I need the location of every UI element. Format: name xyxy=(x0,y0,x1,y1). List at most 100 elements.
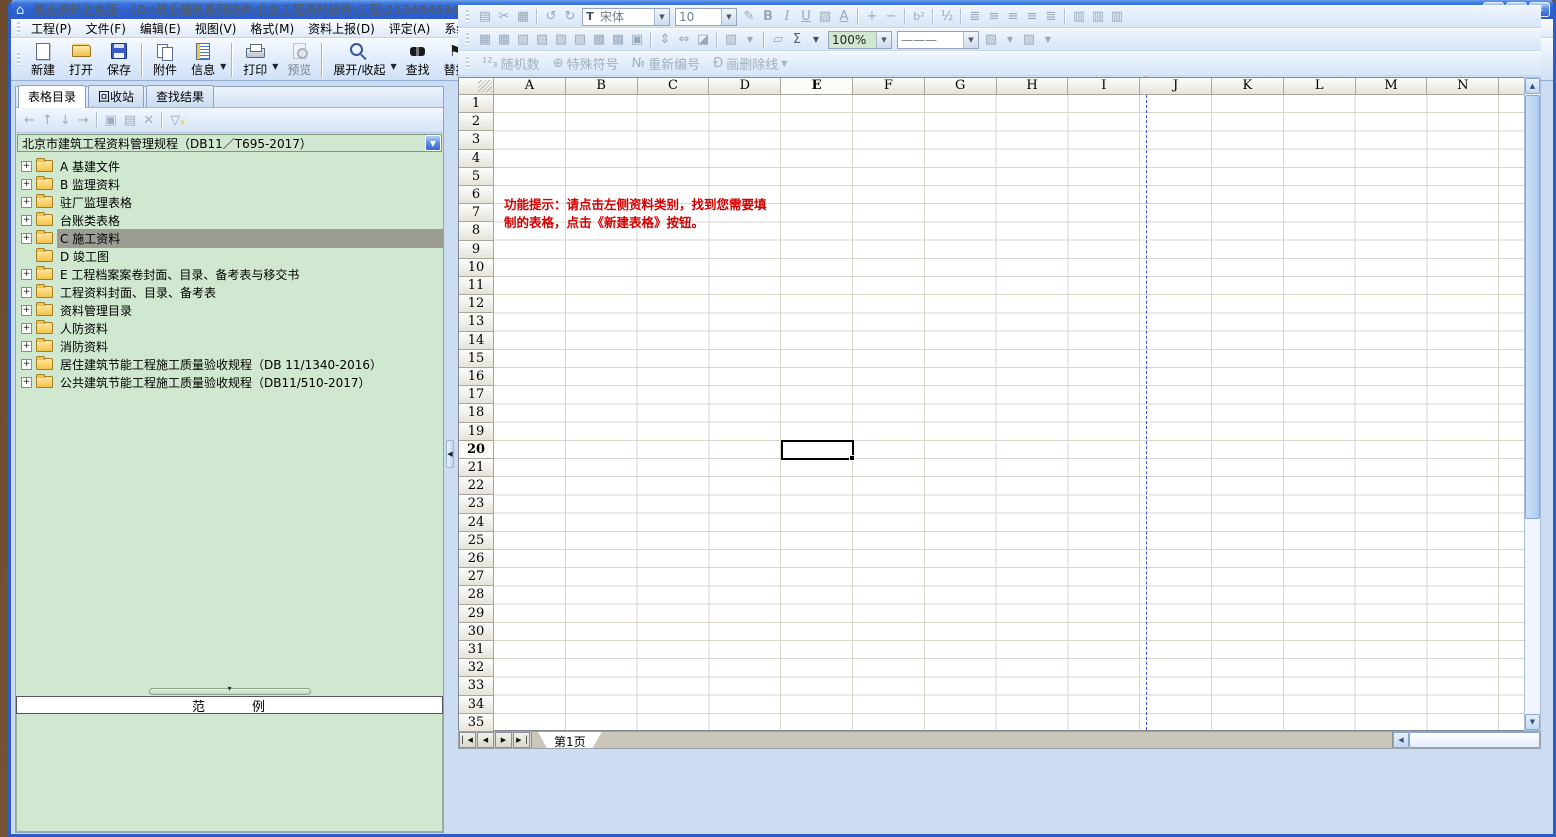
chevron-down-icon[interactable]: ▼ xyxy=(1041,33,1055,47)
tree-item-label[interactable]: 公共建筑节能工程施工质量验收规程（DB11/510-2017） xyxy=(57,373,374,392)
row-header-25[interactable]: 25 xyxy=(459,532,494,550)
row-header-10[interactable]: 10 xyxy=(459,259,494,277)
row-header-34[interactable]: 34 xyxy=(459,696,494,714)
toolbar-button-printer[interactable]: 打印 xyxy=(236,41,274,79)
toolbar-button-attachment[interactable]: 附件 xyxy=(146,41,184,79)
first-sheet-icon[interactable]: ▏◀ xyxy=(459,732,476,748)
tree-item-label[interactable]: 资料管理目录 xyxy=(57,301,135,320)
row-header-9[interactable]: 9 xyxy=(459,241,494,259)
tree-item[interactable]: +消防资料 xyxy=(16,337,443,355)
row-header-2[interactable]: 2 xyxy=(459,113,494,131)
font-family-select[interactable]: T 宋体 ▼ xyxy=(582,8,670,26)
decrease-font-icon[interactable]: − xyxy=(884,10,898,24)
chevron-down-icon[interactable]: ▼ xyxy=(272,62,278,71)
move-right-icon[interactable]: → xyxy=(78,113,89,128)
row-header-16[interactable]: 16 xyxy=(459,368,494,386)
expand-plus-icon[interactable]: + xyxy=(21,269,32,280)
toolbar-button-expand[interactable]: 展开/收起 xyxy=(326,41,392,79)
row-header-31[interactable]: 31 xyxy=(459,641,494,659)
filter-icon[interactable]: ▽ xyxy=(170,113,180,128)
selected-cell[interactable] xyxy=(781,440,854,460)
column-header-I[interactable]: I xyxy=(1068,78,1140,95)
move-left-icon[interactable]: ← xyxy=(24,113,35,128)
row-header-15[interactable]: 15 xyxy=(459,350,494,368)
menu-item-编辑[interactable]: 编辑(E) xyxy=(133,18,188,39)
expand-plus-icon[interactable]: + xyxy=(21,341,32,352)
next-sheet-icon[interactable]: ▶ xyxy=(495,732,512,748)
strikethrough-button[interactable]: Đ 画删除线 ▼ xyxy=(709,54,791,73)
menu-item-工程[interactable]: 工程(P) xyxy=(24,18,79,39)
column-header-J[interactable]: J xyxy=(1140,78,1212,95)
merge-cells-icon[interactable]: ▧ xyxy=(516,33,530,47)
split-cell-icon[interactable]: ▧ xyxy=(535,33,549,47)
vertical-scroll-thumb[interactable] xyxy=(1525,95,1540,519)
chevron-down-icon[interactable]: ▼ xyxy=(220,62,226,71)
tree-item[interactable]: +人防资料 xyxy=(16,319,443,337)
row-header-4[interactable]: 4 xyxy=(459,150,494,168)
move-up-icon[interactable]: ↑ xyxy=(42,113,53,128)
expand-plus-icon[interactable]: + xyxy=(21,287,32,298)
row-header-19[interactable]: 19 xyxy=(459,423,494,441)
expand-plus-icon[interactable]: + xyxy=(21,161,32,172)
tree-item-label[interactable]: D 竣工图 xyxy=(57,247,112,266)
expand-plus-icon[interactable]: + xyxy=(21,197,32,208)
row-header-28[interactable]: 28 xyxy=(459,586,494,604)
tree-item-label[interactable]: 居住建筑节能工程施工质量验收规程（DB 11/1340-2016） xyxy=(57,355,385,374)
row-header-3[interactable]: 3 xyxy=(459,131,494,149)
menu-item-资料上报[interactable]: 资料上报(D) xyxy=(301,18,382,39)
expand-plus-icon[interactable]: + xyxy=(21,323,32,334)
column-spacing-icon[interactable]: ⇔ xyxy=(677,33,691,47)
tree-item[interactable]: D 竣工图 xyxy=(16,247,443,265)
fraction-icon[interactable]: ½ xyxy=(940,10,954,24)
column-header-C[interactable]: C xyxy=(638,78,710,95)
tree-item-label[interactable]: A 基建文件 xyxy=(57,157,123,176)
new-folder-icon[interactable]: ▣ xyxy=(105,113,117,128)
shade-cells-icon[interactable]: ▩ xyxy=(592,33,606,47)
row-header-5[interactable]: 5 xyxy=(459,168,494,186)
line-style-select[interactable]: ——— ▼ xyxy=(897,31,979,49)
sidebar-tab-表格目录[interactable]: 表格目录 xyxy=(18,85,86,108)
row-header-35[interactable]: 35 xyxy=(459,714,494,732)
select-all-corner[interactable] xyxy=(459,78,494,95)
chevron-down-icon[interactable]: ▼ xyxy=(721,9,736,25)
increase-font-icon[interactable]: + xyxy=(865,10,879,24)
vertical-text-icon[interactable]: ▥ xyxy=(1072,10,1086,24)
row-header-7[interactable]: 7 xyxy=(459,204,494,222)
row-header-26[interactable]: 26 xyxy=(459,550,494,568)
underline-icon[interactable]: U xyxy=(799,10,813,24)
font-size-select[interactable]: 10 ▼ xyxy=(675,8,737,26)
tree-item[interactable]: +台账类表格 xyxy=(16,211,443,229)
row-header-30[interactable]: 30 xyxy=(459,623,494,641)
sheet-tab[interactable]: 第1页 xyxy=(538,732,602,748)
prev-sheet-icon[interactable]: ◀ xyxy=(477,732,494,748)
row-header-20[interactable]: 20 xyxy=(459,441,494,459)
standard-dropdown[interactable]: 北京市建筑工程资料管理规程（DB11／T695-2017） ▼ xyxy=(17,134,442,152)
shading-color-icon[interactable]: ▨ xyxy=(1022,33,1036,47)
column-header-H[interactable]: H xyxy=(997,78,1069,95)
align-right-icon[interactable]: ≡ xyxy=(1025,10,1039,24)
chevron-down-icon[interactable]: ▼ xyxy=(1003,33,1017,47)
expand-plus-icon[interactable]: + xyxy=(21,359,32,370)
menu-item-视图[interactable]: 视图(V) xyxy=(188,18,244,39)
font-color-icon[interactable]: A xyxy=(837,10,851,24)
random-number-button[interactable]: ¹²₃ 随机数 xyxy=(478,54,544,73)
eraser-icon[interactable]: ◪ xyxy=(696,33,710,47)
tree-item-label[interactable]: 工程资料封面、目录、备考表 xyxy=(57,283,219,302)
insert-image-icon[interactable]: ▧ xyxy=(724,33,738,47)
row-header-12[interactable]: 12 xyxy=(459,295,494,313)
insert-row-icon[interactable]: ▦ xyxy=(478,33,492,47)
tree-item-label[interactable]: 驻厂监理表格 xyxy=(57,193,135,212)
insert-column-icon[interactable]: ▨ xyxy=(554,33,568,47)
align-left-icon[interactable]: ≡ xyxy=(987,10,1001,24)
sidebar-collapse-button[interactable]: ◀ xyxy=(446,440,454,468)
row-spacing-icon[interactable]: ⇕ xyxy=(658,33,672,47)
tree-item[interactable]: +C 施工资料 xyxy=(16,229,443,247)
row-header-27[interactable]: 27 xyxy=(459,568,494,586)
copy-folder-icon[interactable]: ▤ xyxy=(124,113,136,128)
vertical-scrollbar[interactable]: ▲ ▼ xyxy=(1524,77,1541,731)
chevron-down-icon[interactable]: ▼ xyxy=(963,32,978,48)
italic-icon[interactable]: I xyxy=(780,10,794,24)
chevron-down-icon[interactable]: ▼ xyxy=(743,33,757,47)
scroll-left-icon[interactable]: ◀ xyxy=(1393,732,1409,748)
align-justify-icon[interactable]: ≣ xyxy=(968,10,982,24)
